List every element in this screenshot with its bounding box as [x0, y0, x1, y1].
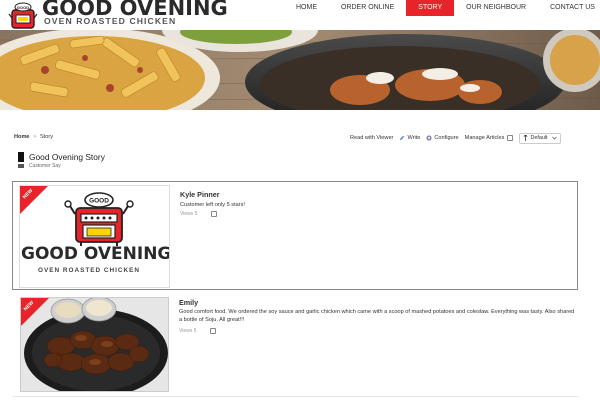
post-meta: Views 5 — [179, 328, 217, 334]
list-item[interactable]: NEW Emily Good comfort food. We ordered … — [12, 296, 578, 396]
nav-item-story[interactable]: STORY — [406, 0, 455, 16]
breadcrumb: Home > Story — [14, 134, 53, 140]
sort-order-select[interactable]: Default — [519, 132, 562, 144]
mascot-sign-text: GOOD — [17, 5, 29, 10]
nav-item-our-neighbour[interactable]: OUR NEIGHBOUR — [454, 0, 538, 16]
manage-articles-toggle[interactable]: Manage Articles — [465, 135, 514, 141]
thumb-brand-title: GOOD OVENING — [21, 244, 170, 264]
post-excerpt[interactable]: Customer left only 5 stars! — [180, 201, 576, 209]
post-author[interactable]: Emily — [179, 298, 198, 307]
pencil-icon — [400, 135, 405, 140]
post-thumbnail[interactable]: NEW — [20, 297, 169, 392]
post-thumbnail[interactable]: GOOD GOOD OVENING OVEN ROASTED CHICKEN N… — [19, 185, 170, 288]
write-button[interactable]: Write — [399, 135, 420, 141]
post-meta: Views 5 — [180, 211, 218, 217]
views-count: 5 — [194, 211, 198, 217]
configure-label: Configure — [434, 135, 459, 141]
configure-button[interactable]: Configure — [426, 135, 459, 141]
title-marker — [18, 152, 24, 162]
gear-icon — [426, 135, 432, 141]
manage-articles-label: Manage Articles — [464, 135, 505, 141]
nav-item-contact-us[interactable]: CONTACT US — [538, 0, 600, 16]
board-title: Good Ovening Story — [29, 152, 105, 162]
views-count: 5 — [193, 328, 197, 334]
manage-articles-checkbox[interactable] — [507, 135, 514, 141]
nav-item-order-online[interactable]: ORDER ONLINE — [329, 0, 406, 16]
read-with-viewer-label: Read with Viewer — [350, 135, 394, 141]
nav-item-home[interactable]: HOME — [284, 0, 329, 16]
site-header: GOOD GOOD OVENING OVEN ROASTED CHICKEN H… — [0, 0, 600, 30]
breadcrumb-separator: > — [33, 134, 37, 140]
views-label: Views — [180, 211, 194, 217]
post-select-checkbox[interactable] — [210, 328, 217, 334]
list-divider — [12, 396, 578, 397]
board-subtitle: Customer Say — [29, 163, 61, 169]
oven-mascot-logo-icon: GOOD — [8, 2, 38, 29]
brand-subtitle: OVEN ROASTED CHICKEN — [44, 16, 177, 26]
new-ribbon — [20, 186, 48, 214]
hero-banner-image — [0, 30, 600, 110]
post-excerpt[interactable]: Good comfort food. We ordered the soy sa… — [179, 308, 575, 325]
main-nav: HOME ORDER ONLINE STORY OUR NEIGHBOUR CO… — [284, 0, 600, 16]
list-item[interactable]: GOOD GOOD OVENING OVEN ROASTED CHICKEN N… — [12, 181, 578, 290]
post-author[interactable]: Kyle Pinner — [180, 190, 220, 199]
site-logo[interactable]: GOOD GOOD OVENING OVEN ROASTED CHICKEN — [4, 0, 228, 30]
thumb-brand-subtitle: OVEN ROASTED CHICKEN — [38, 267, 141, 274]
post-select-checkbox[interactable] — [211, 211, 218, 217]
subtitle-marker — [18, 164, 24, 168]
write-label: Write — [407, 135, 421, 141]
new-ribbon — [21, 298, 49, 326]
sort-icon — [523, 135, 528, 141]
breadcrumb-home-link[interactable]: Home — [14, 134, 30, 140]
board-toolbar: Read with Viewer Write Configure Manage … — [350, 132, 562, 144]
food-banner-illustration — [0, 30, 600, 110]
views-label: Views — [179, 328, 193, 334]
breadcrumb-current: Story — [39, 134, 54, 140]
thumb-mascot-sign: GOOD — [89, 198, 109, 205]
sort-order-value: Default — [530, 135, 548, 141]
chevron-down-icon — [552, 136, 558, 140]
read-with-viewer-link[interactable]: Read with Viewer — [350, 135, 393, 141]
